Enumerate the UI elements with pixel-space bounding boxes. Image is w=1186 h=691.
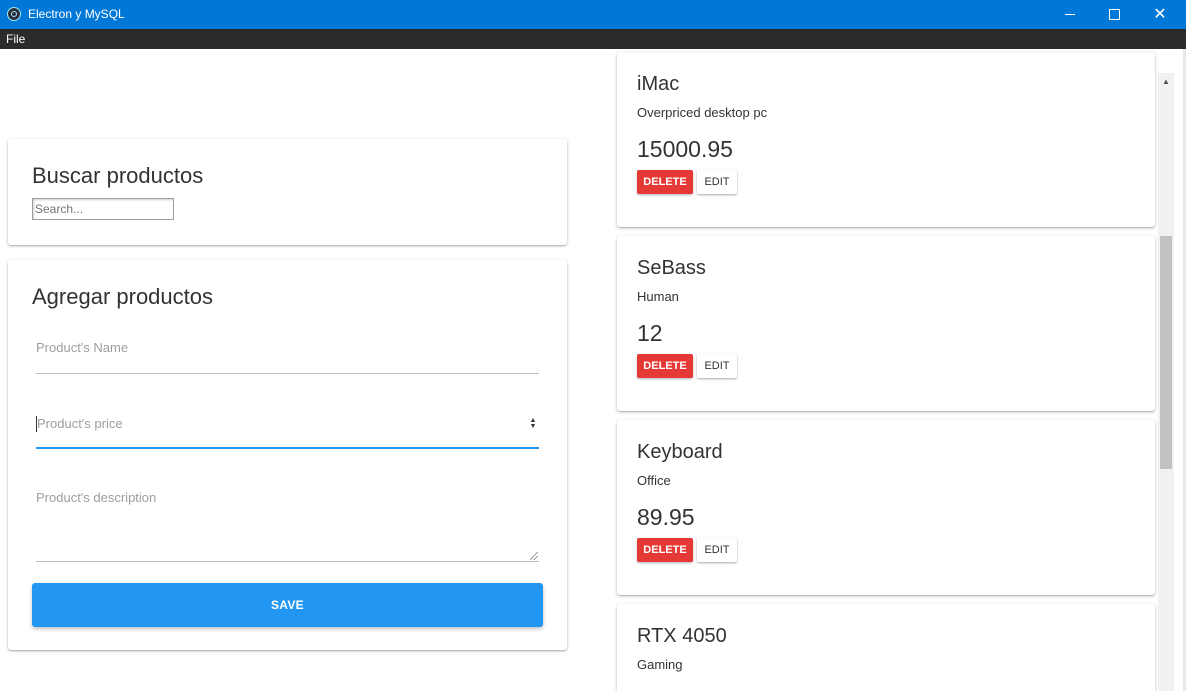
- product-price: 12: [637, 320, 663, 346]
- close-icon: ✕: [1153, 5, 1167, 23]
- delete-button[interactable]: DELETE: [637, 538, 693, 562]
- number-spinner-icon[interactable]: ▲ ▼: [529, 417, 537, 430]
- delete-button[interactable]: DELETE: [637, 170, 693, 194]
- product-description-underline: [36, 561, 539, 562]
- electron-app-icon: [7, 7, 21, 21]
- close-button[interactable]: ✕: [1137, 0, 1183, 29]
- product-description: Gaming: [637, 657, 683, 672]
- product-price-placeholder: Product's price: [37, 416, 123, 431]
- scroll-up-arrow-icon[interactable]: ▲: [1158, 73, 1174, 89]
- product-price-field[interactable]: Product's price ▲ ▼: [36, 416, 539, 450]
- product-description-placeholder: Product's description: [36, 490, 157, 505]
- scrollbar-thumb[interactable]: [1160, 236, 1172, 469]
- product-price: 89.95: [637, 504, 695, 530]
- search-card-title: Buscar productos: [32, 163, 204, 188]
- edit-button[interactable]: EDIT: [697, 354, 737, 378]
- window-title: Electron y MySQL: [28, 7, 125, 21]
- product-description-field[interactable]: Product's description: [36, 490, 539, 562]
- window-titlebar: Electron y MySQL ✕: [0, 0, 1186, 29]
- product-name-placeholder: Product's Name: [36, 340, 129, 355]
- product-card: iMac Overpriced desktop pc 15000.95 DELE…: [617, 52, 1155, 227]
- menu-bar: File: [0, 29, 1186, 49]
- product-price-underline: [36, 447, 539, 449]
- product-description: Office: [637, 473, 671, 488]
- add-product-card: Agregar productos Product's Name Product…: [8, 260, 567, 650]
- product-name: Keyboard: [637, 441, 723, 463]
- minimize-button[interactable]: [1047, 0, 1093, 29]
- edit-button[interactable]: EDIT: [697, 170, 737, 194]
- product-card: Keyboard Office 89.95 DELETE EDIT: [617, 420, 1155, 595]
- product-price: 15000.95: [637, 136, 733, 162]
- vertical-scrollbar[interactable]: ▲: [1158, 73, 1174, 691]
- menu-item-file[interactable]: File: [6, 32, 25, 46]
- add-product-card-title: Agregar productos: [32, 284, 213, 309]
- product-name: RTX 4050: [637, 625, 727, 647]
- maximize-button[interactable]: [1091, 0, 1137, 29]
- product-card: SeBass Human 12 DELETE EDIT: [617, 236, 1155, 411]
- save-button[interactable]: SAVE: [32, 583, 543, 627]
- search-card: Buscar productos: [8, 139, 567, 245]
- product-description: Human: [637, 289, 679, 304]
- product-name: SeBass: [637, 257, 706, 279]
- product-name-field[interactable]: Product's Name: [36, 340, 539, 374]
- resize-grip-icon[interactable]: [530, 552, 538, 560]
- product-description: Overpriced desktop pc: [637, 105, 768, 120]
- product-card: RTX 4050 Gaming: [617, 604, 1155, 691]
- maximize-icon: [1108, 9, 1120, 20]
- product-name: iMac: [637, 73, 680, 95]
- product-name-underline: [36, 373, 539, 374]
- search-input[interactable]: [32, 198, 174, 220]
- edit-button[interactable]: EDIT: [697, 538, 737, 562]
- minimize-icon: [1065, 14, 1075, 15]
- delete-button[interactable]: DELETE: [637, 354, 693, 378]
